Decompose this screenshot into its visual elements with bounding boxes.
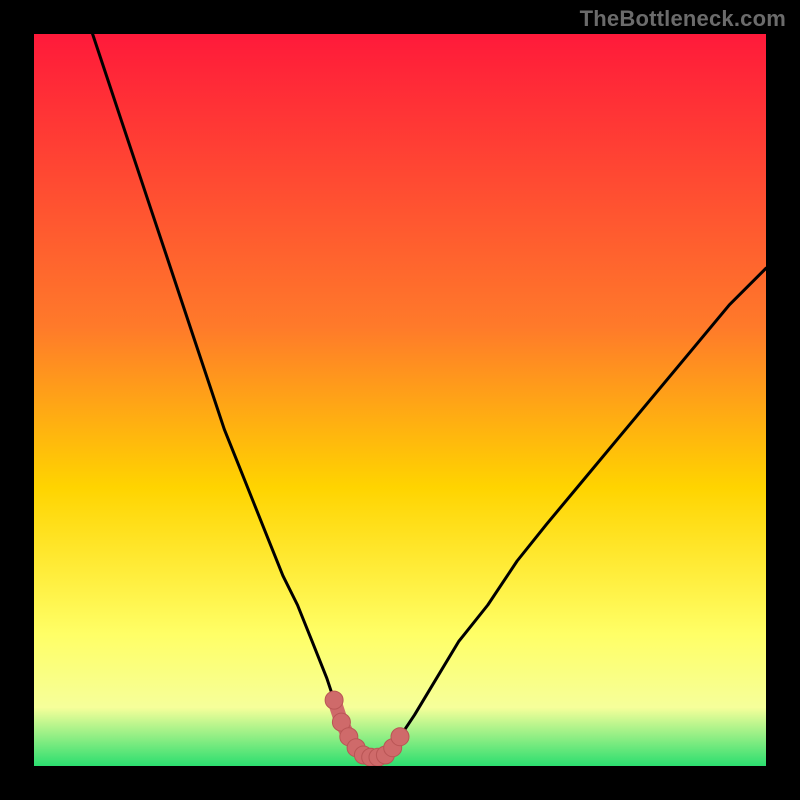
valley-marker xyxy=(325,691,343,709)
gradient-background xyxy=(34,34,766,766)
valley-marker xyxy=(391,728,409,746)
chart-frame: TheBottleneck.com xyxy=(0,0,800,800)
chart-svg xyxy=(34,34,766,766)
plot-area xyxy=(34,34,766,766)
watermark-text: TheBottleneck.com xyxy=(580,6,786,32)
